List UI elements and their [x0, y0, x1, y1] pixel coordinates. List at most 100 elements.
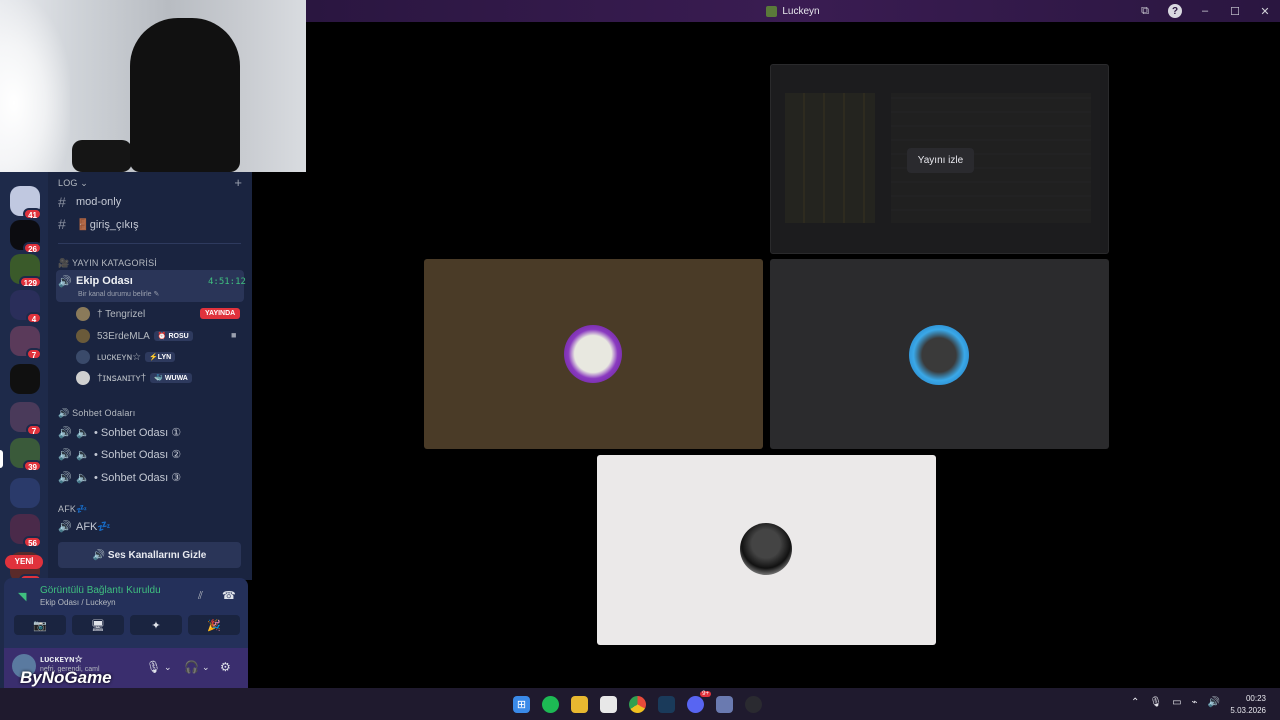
spotify-icon[interactable]	[542, 696, 559, 713]
voice-timer: 4:51:12	[208, 277, 246, 287]
server-icon[interactable]	[10, 364, 40, 394]
voice-channel-ekip[interactable]: 🔊 Ekip Odası	[58, 271, 133, 291]
title-bar: Luckeyn ⧉ ? – ☐ ✕	[306, 0, 1280, 22]
clock-time: 00:23	[1245, 694, 1266, 703]
participant-avatar	[740, 523, 792, 575]
webcam-overlay	[0, 0, 306, 172]
voice-channel[interactable]: 🔊 🔈 • Sohbet Odası ③	[58, 467, 181, 487]
participant-tile[interactable]	[770, 259, 1109, 449]
category-afk[interactable]: AFK💤	[58, 504, 88, 515]
voice-location[interactable]: Ekip Odası / Luckeyn	[40, 598, 116, 607]
add-channel-icon[interactable]: +	[234, 175, 242, 190]
server-icon[interactable]: 41	[10, 186, 42, 220]
notification-badge: 9+	[700, 691, 711, 697]
avatar	[76, 350, 90, 364]
noise-suppression-icon[interactable]: ⫽	[198, 590, 203, 603]
hide-voice-channels-button[interactable]: 🔊 Ses Kanallarını Gizle	[58, 542, 241, 568]
minimize-button[interactable]: –	[1190, 0, 1220, 22]
speaker-icon: 🔊	[58, 275, 72, 288]
divider	[58, 243, 241, 244]
watch-stream-button[interactable]: Yayını izle	[907, 148, 974, 173]
server-icon[interactable]: 39	[10, 438, 42, 472]
close-button[interactable]: ✕	[1250, 0, 1280, 22]
speaker-icon: 🔊	[58, 426, 72, 439]
screen-share-button[interactable]: 🖥	[72, 615, 124, 635]
speaker-icon: 🔈	[76, 426, 90, 439]
server-icon[interactable]: 56	[10, 514, 42, 548]
live-badge: YAYINDA	[200, 308, 241, 319]
text-channel[interactable]: # mod-only	[58, 192, 121, 212]
chair-arm	[72, 140, 132, 172]
mention-badge: 56	[23, 536, 42, 548]
mention-badge: 129	[18, 276, 42, 288]
server-icon[interactable]: 129	[10, 254, 42, 288]
discord-icon[interactable]: 9+	[687, 691, 711, 713]
participant-avatar	[564, 325, 622, 383]
user-name[interactable]: ʟᴜᴄᴋᴇʏɴ☆	[40, 654, 83, 665]
clock[interactable]: 00:23 5.03.2026	[1230, 693, 1266, 717]
category-log[interactable]: LOG ⌄	[58, 178, 88, 189]
headphones-icon[interactable]: 🎧	[184, 660, 199, 674]
recorder-icon[interactable]	[745, 696, 762, 713]
signal-icon[interactable]: ◥	[18, 590, 26, 603]
taskbar: ⊞ 9+ ⌃ 🎙 ▭ ⌁ 🔊 00:23 5.03.2026	[0, 688, 1280, 720]
voice-channel[interactable]: 🔊 🔈 • Sohbet Odası ②	[58, 444, 181, 464]
stream-preview-tile[interactable]: Yayını izle	[770, 64, 1109, 254]
window-title: Luckeyn	[782, 5, 820, 17]
mention-badge: 7	[26, 348, 42, 360]
disconnect-icon[interactable]: ☎	[222, 589, 236, 602]
file-explorer-icon[interactable]	[571, 696, 588, 713]
microphone-icon[interactable]: 🎙	[146, 660, 161, 674]
server-icon[interactable]: 7	[10, 326, 42, 360]
voice-user[interactable]: †ɪɴꜱᴀɴɪᴛʏ† 🐳 WUWA	[76, 368, 192, 388]
chevron-down-icon[interactable]: ⌄	[164, 662, 172, 673]
server-icon[interactable]: 26	[10, 220, 42, 254]
mention-badge: 4	[26, 312, 42, 324]
volume-icon[interactable]: 🔊	[1208, 697, 1220, 708]
app-icon[interactable]	[716, 696, 733, 713]
maximize-button[interactable]: ☐	[1220, 0, 1250, 22]
steam-icon[interactable]	[658, 696, 675, 713]
category-chat[interactable]: 🔊 Sohbet Odaları	[58, 408, 135, 419]
channel-status[interactable]: Bir kanal durumu belirle ✎	[78, 290, 159, 298]
app-logo-icon	[766, 5, 778, 17]
selected-pill	[0, 450, 3, 468]
popout-button[interactable]: ⧉	[1130, 0, 1160, 22]
server-icon[interactable]: 7	[10, 402, 42, 436]
help-button[interactable]: ?	[1168, 4, 1182, 18]
server-icon[interactable]: 4	[10, 290, 42, 324]
network-icon[interactable]: ⌁	[1192, 697, 1198, 708]
chrome-icon[interactable]	[629, 696, 646, 713]
new-messages-badge[interactable]: YENİ	[5, 555, 43, 569]
watermark-logo: ByNoGame	[20, 668, 112, 687]
participant-tile[interactable]	[597, 455, 936, 645]
user-tag: 🐳 WUWA	[150, 373, 192, 383]
camera-toggle-button[interactable]: 📷	[14, 615, 66, 635]
settings-icon[interactable]: ⚙	[220, 660, 231, 674]
speaker-icon: 🔈	[76, 471, 90, 484]
voice-user[interactable]: 53ErdeMLA ⏰ ROSU	[76, 326, 193, 346]
gaming-chair	[130, 18, 240, 172]
participant-avatar	[909, 325, 969, 385]
window-controls: ⧉ ? – ☐ ✕	[1130, 0, 1280, 22]
server-icon[interactable]	[10, 478, 40, 508]
user-tag: ⚡LYN	[145, 352, 176, 362]
start-icon[interactable]: ⊞	[513, 696, 530, 713]
activities-button[interactable]: ✦	[130, 615, 182, 635]
soundboard-button[interactable]: 🎉	[188, 615, 240, 635]
voice-user[interactable]: ʟᴜᴄᴋᴇʏɴ☆ ⚡LYN	[76, 347, 176, 367]
voice-channel-afk[interactable]: 🔊 AFK💤	[58, 516, 111, 536]
store-icon[interactable]	[600, 696, 617, 713]
chevron-down-icon[interactable]: ⌄	[202, 662, 210, 673]
speaker-icon: 🔈	[76, 448, 90, 461]
text-channel[interactable]: # 🚪giriş_çıkış	[58, 214, 139, 234]
display-icon[interactable]: ▭	[1172, 697, 1181, 708]
hash-icon: #	[58, 194, 66, 210]
voice-channel[interactable]: 🔊 🔈 • Sohbet Odası ①	[58, 422, 181, 442]
microphone-icon[interactable]: 🎙	[1149, 697, 1162, 708]
chevron-up-icon[interactable]: ⌃	[1131, 697, 1139, 708]
participant-tile[interactable]	[424, 259, 763, 449]
camera-icon: ■	[231, 330, 237, 340]
voice-user[interactable]: † Tengrizel	[76, 304, 145, 324]
category-stream[interactable]: 🎥 YAYIN KATAGORİSİ	[58, 258, 157, 269]
